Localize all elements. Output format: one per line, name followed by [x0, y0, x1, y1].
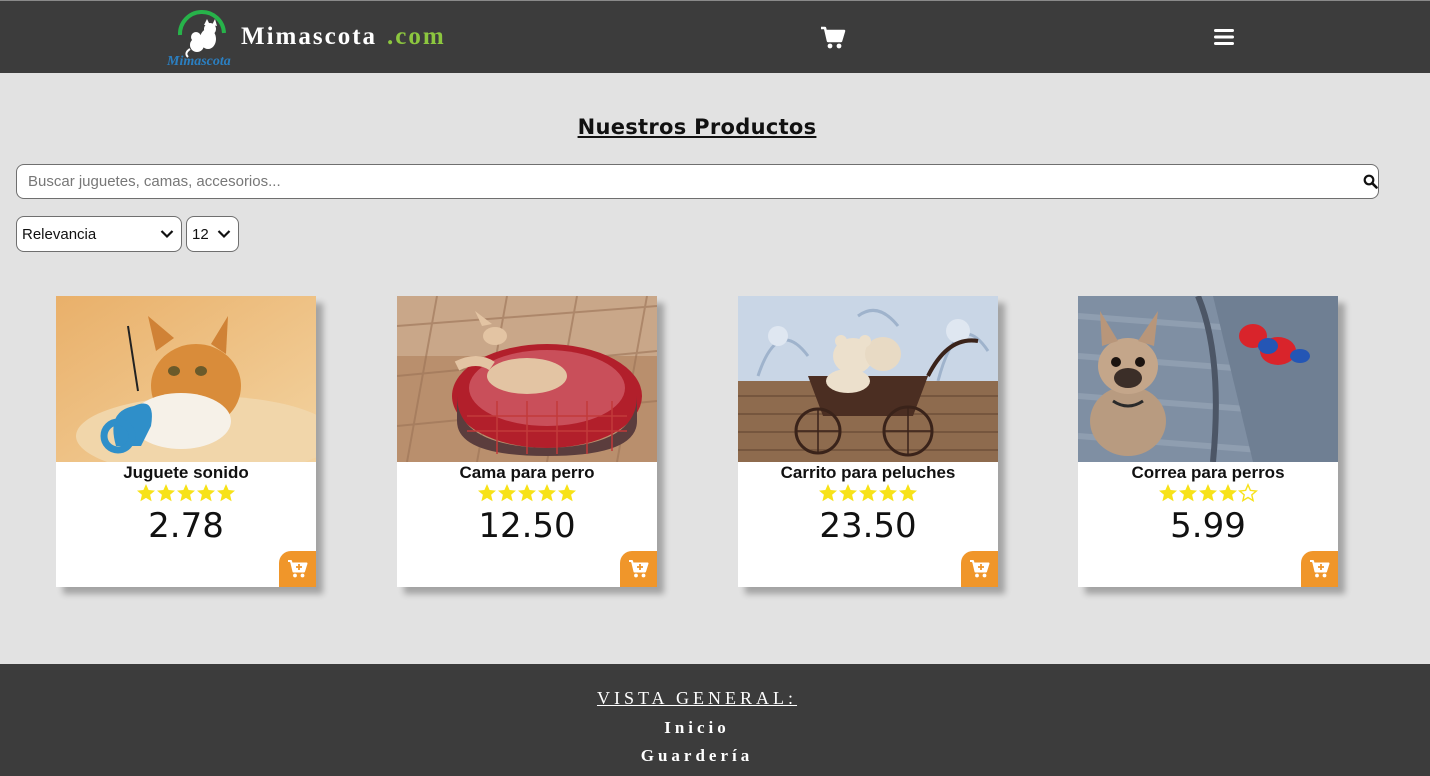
add-to-cart-button[interactable] — [961, 551, 998, 587]
product-image[interactable] — [56, 296, 316, 462]
rating-stars — [397, 483, 657, 503]
star-filled-icon — [538, 484, 556, 502]
brand-name[interactable]: Mimascota .com — [241, 23, 446, 51]
chevron-down-icon — [217, 230, 231, 239]
brand-tld: .com — [387, 23, 446, 50]
chevron-down-icon — [160, 230, 174, 239]
product-price: 12.50 — [478, 506, 576, 546]
star-filled-icon — [157, 484, 175, 502]
star-filled-icon — [518, 484, 536, 502]
star-filled-icon — [859, 484, 877, 502]
product-price: 5.99 — [1170, 506, 1246, 546]
product-card[interactable]: Correa para perros 5.99 — [1078, 296, 1338, 587]
add-to-cart-button[interactable] — [620, 551, 657, 587]
product-price: 23.50 — [819, 506, 917, 546]
product-image[interactable] — [738, 296, 998, 462]
product-price: 2.78 — [148, 506, 224, 546]
star-filled-icon — [197, 484, 215, 502]
cart-plus-icon — [288, 560, 308, 578]
search-icon[interactable] — [1363, 174, 1378, 189]
product-name[interactable]: Carrito para peluches — [738, 463, 998, 483]
search-box — [16, 164, 1379, 199]
star-filled-icon — [498, 484, 516, 502]
search-input[interactable] — [17, 165, 1347, 198]
product-card[interactable]: Juguete sonido 2.78 — [56, 296, 316, 587]
cart-plus-icon — [629, 560, 649, 578]
site-footer: VISTA GENERAL: Inicio Guardería — [0, 664, 1430, 776]
site-header: Mimascota Mimascota .com — [0, 0, 1430, 73]
product-image[interactable] — [397, 296, 657, 462]
sort-select[interactable]: Relevancia — [16, 216, 182, 252]
per-page-select-value: 12 — [192, 226, 209, 243]
star-filled-icon — [1179, 484, 1197, 502]
rating-stars — [738, 483, 998, 503]
footer-title: VISTA GENERAL: — [596, 688, 798, 708]
star-filled-icon — [1159, 484, 1177, 502]
cart-plus-icon — [970, 560, 990, 578]
logo-text: Mimascota — [166, 54, 231, 69]
star-filled-icon — [879, 484, 897, 502]
footer-link-inicio[interactable]: Inicio — [0, 718, 1394, 738]
star-filled-icon — [819, 484, 837, 502]
product-card[interactable]: Carrito para peluches 23.50 — [738, 296, 998, 587]
hamburger-menu-icon[interactable] — [1213, 27, 1235, 47]
star-empty-icon — [1238, 483, 1258, 503]
brand-name-text: Mimascota — [241, 23, 378, 50]
star-filled-icon — [899, 484, 917, 502]
cart-plus-icon — [1310, 560, 1330, 578]
star-filled-icon — [1199, 484, 1217, 502]
rating-stars — [1078, 483, 1338, 503]
product-name[interactable]: Correa para perros — [1078, 463, 1338, 483]
add-to-cart-button[interactable] — [1301, 551, 1338, 587]
page-title: Nuestros Productos — [577, 115, 817, 139]
star-filled-icon — [217, 484, 235, 502]
product-name[interactable]: Cama para perro — [397, 463, 657, 483]
per-page-select[interactable]: 12 — [186, 216, 239, 252]
star-filled-icon — [1219, 484, 1237, 502]
product-card[interactable]: Cama para perro 12.50 — [397, 296, 657, 587]
product-image[interactable] — [1078, 296, 1338, 462]
rating-stars — [56, 483, 316, 503]
footer-link-guarderia[interactable]: Guardería — [0, 746, 1394, 766]
logo[interactable]: Mimascota — [166, 9, 238, 69]
add-to-cart-button[interactable] — [279, 551, 316, 587]
star-filled-icon — [839, 484, 857, 502]
star-filled-icon — [137, 484, 155, 502]
sort-select-value: Relevancia — [22, 226, 97, 243]
star-filled-icon — [478, 484, 496, 502]
product-name[interactable]: Juguete sonido — [56, 463, 316, 483]
star-filled-icon — [558, 484, 576, 502]
star-filled-icon — [177, 484, 195, 502]
shopping-cart-icon[interactable] — [820, 26, 846, 50]
